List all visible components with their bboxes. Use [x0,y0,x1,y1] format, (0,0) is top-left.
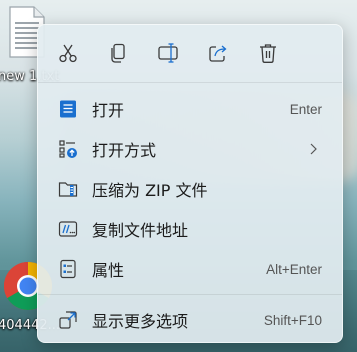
cut-button[interactable] [54,39,82,67]
menu-item-shortcut: Shift+F10 [263,312,322,328]
rename-icon [158,43,178,63]
share-button[interactable] [204,39,232,67]
menu-item-properties[interactable]: 属性 Alt+Enter [46,251,334,287]
copy-path-icon [58,219,78,239]
menu-item-open[interactable]: 打开 Enter [46,91,334,127]
menu-item-label: 显示更多选项 [92,312,189,331]
menu-item-label: 复制文件地址 [92,221,189,240]
menu-item-compress-zip[interactable]: 压缩为 ZIP 文件 [46,171,334,207]
toolbar-divider [38,82,342,83]
menu-item-label: 打开 [92,101,125,120]
copy-button[interactable] [104,39,132,67]
menu-divider [38,294,342,295]
rename-button[interactable] [154,39,182,67]
context-menu: 打开 Enter 打开方式 压缩为 ZIP 文件 复制文件地址 属性 Alt+E… [37,24,343,343]
open-with-icon [58,139,78,159]
menu-item-copy-path[interactable]: 复制文件地址 [46,211,334,247]
menu-item-label: 属性 [92,261,125,280]
share-icon [209,45,227,62]
zip-folder-icon [58,179,78,199]
menu-item-shortcut: Alt+Enter [266,261,322,277]
menu-item-shortcut: Enter [289,101,322,117]
properties-icon [58,259,78,279]
menu-item-show-more-options[interactable]: 显示更多选项 Shift+F10 [46,302,334,338]
trash-icon [260,44,276,63]
menu-item-label: 打开方式 [92,141,157,160]
delete-button[interactable] [254,39,282,67]
more-options-icon [58,310,78,330]
copy-icon [111,43,125,63]
open-icon [58,99,78,119]
scissors-icon [59,44,77,63]
context-menu-toolbar [38,25,342,82]
menu-item-open-with[interactable]: 打开方式 [46,131,334,167]
chevron-right-icon [310,143,317,155]
menu-item-label: 压缩为 ZIP 文件 [92,181,208,200]
